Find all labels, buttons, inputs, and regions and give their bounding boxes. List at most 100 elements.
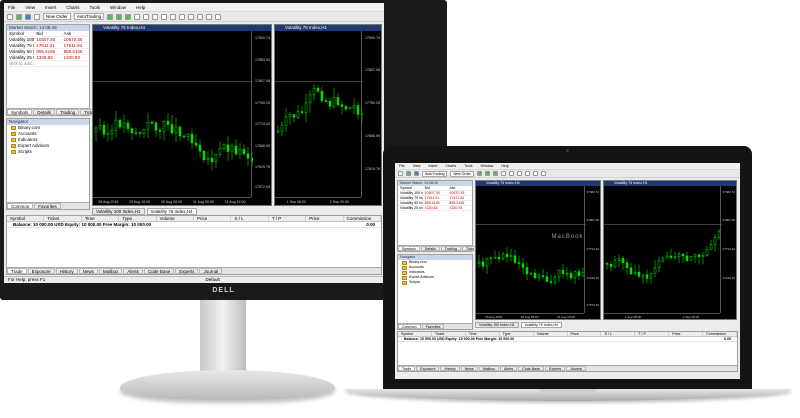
candle-body xyxy=(320,90,324,101)
price-scale: 17900.74 17807.08 17713.42 17619.76 1757… xyxy=(584,186,600,313)
market-watch-row[interactable]: Volatility 25 Index1320.831320.93 xyxy=(398,206,472,211)
menu-view[interactable]: View xyxy=(25,5,35,10)
zoom-out-icon[interactable] xyxy=(508,171,514,176)
text-tool-icon[interactable] xyxy=(206,13,213,20)
trendline-icon[interactable] xyxy=(197,13,204,20)
menu-tools[interactable]: Tools xyxy=(89,5,100,10)
line-chart-icon[interactable] xyxy=(125,13,132,20)
tab-trading[interactable]: Trading xyxy=(440,246,461,251)
candlestick-icon[interactable] xyxy=(484,171,490,176)
cursor-icon[interactable] xyxy=(516,171,522,176)
menu-window[interactable]: Window xyxy=(481,164,494,168)
menu-view[interactable]: View xyxy=(413,164,421,168)
chart-tabs: Volatility 100 Index,H1 Volatility 75 In… xyxy=(475,322,563,328)
menu-file[interactable]: File xyxy=(8,5,15,10)
candle-body xyxy=(300,111,304,113)
candle-body xyxy=(98,124,102,129)
metatrader-window: File View Insert Charts Tools Window Hel… xyxy=(4,3,384,283)
autotrading-button[interactable]: AutoTrading xyxy=(422,170,448,177)
tab-journal[interactable]: Journal xyxy=(566,366,586,371)
bar-chart-icon[interactable] xyxy=(107,13,114,20)
candle-body xyxy=(142,128,146,134)
tab-alerts[interactable]: Alerts xyxy=(500,366,518,371)
navigator-item-scripts[interactable]: Scripts xyxy=(398,280,472,285)
candle-body xyxy=(481,261,485,267)
menu-charts[interactable]: Charts xyxy=(446,164,457,168)
zoom-in-icon[interactable] xyxy=(134,13,141,20)
tab-code-base[interactable]: Code Base xyxy=(518,366,544,371)
tab-news[interactable]: News xyxy=(78,268,98,274)
horizontal-line-icon[interactable] xyxy=(188,13,195,20)
cursor-icon[interactable] xyxy=(161,13,168,20)
candle-body xyxy=(605,263,609,265)
tab-favorites[interactable]: Favorites xyxy=(34,203,61,209)
zoom-in-icon[interactable] xyxy=(500,171,506,176)
candle-body xyxy=(230,145,234,152)
zoom-out-icon[interactable] xyxy=(143,13,150,20)
market-watch-icon[interactable] xyxy=(25,13,31,20)
menu-tools[interactable]: Tools xyxy=(464,164,472,168)
crosshair-icon[interactable] xyxy=(170,13,177,20)
chart-window-right[interactable]: Volatility 75 Index,H1 17900.74 17807.08… xyxy=(274,24,382,206)
tab-chart-v100[interactable]: Volatility 100 Index,H1 xyxy=(475,322,519,328)
tab-exposure[interactable]: Exposure xyxy=(416,366,440,371)
menu-file[interactable]: File xyxy=(399,164,405,168)
tab-experts[interactable]: Experts xyxy=(545,366,566,371)
periods-icon[interactable] xyxy=(540,171,546,176)
tab-mailbox[interactable]: Mailbox xyxy=(478,366,500,371)
tab-chart-v75[interactable]: Volatility 75 Index,H4 xyxy=(520,322,563,328)
tab-symbols[interactable]: Symbols xyxy=(398,246,420,251)
tab-common[interactable]: Common xyxy=(7,203,34,209)
new-order-button[interactable]: New Order xyxy=(43,13,71,20)
menu-insert[interactable]: Insert xyxy=(45,5,56,10)
crosshair-icon[interactable] xyxy=(524,171,530,176)
tab-alerts[interactable]: Alerts xyxy=(123,268,143,274)
chart-window-left[interactable]: Volatility 75 Index,H4 17900.74 17807.08… xyxy=(475,180,601,320)
tab-news[interactable]: News xyxy=(460,366,478,371)
autotrading-button[interactable]: AutoTrading xyxy=(73,13,105,20)
tab-favorites[interactable]: Favorites xyxy=(421,324,445,329)
tab-journal[interactable]: Journal xyxy=(199,268,223,274)
tab-chart-v75[interactable]: Volatility 75 Index,H4 xyxy=(146,208,197,215)
profiles-icon[interactable] xyxy=(16,13,22,20)
trendline-icon[interactable] xyxy=(532,171,538,176)
tab-common[interactable]: Common xyxy=(398,324,421,329)
new-order-button[interactable]: New Order xyxy=(450,170,474,177)
candle-body xyxy=(657,260,661,269)
tab-exposure[interactable]: Exposure xyxy=(27,268,55,274)
tab-mailbox[interactable]: Mailbox xyxy=(98,268,123,274)
tab-details[interactable]: Details xyxy=(420,246,440,251)
market-watch-icon[interactable] xyxy=(414,171,419,176)
tab-trade[interactable]: Trade xyxy=(7,268,27,274)
tab-experts[interactable]: Experts xyxy=(175,268,199,274)
candlestick-icon[interactable] xyxy=(116,13,123,20)
menu-window[interactable]: Window xyxy=(110,5,126,10)
new-chart-icon[interactable] xyxy=(7,13,13,20)
add-symbol-row[interactable]: click to add... xyxy=(7,61,89,67)
menu-help[interactable]: Help xyxy=(136,5,145,10)
navigator-icon[interactable] xyxy=(34,13,40,20)
tab-history[interactable]: History xyxy=(440,366,460,371)
navigator-item-scripts[interactable]: Scripts xyxy=(7,149,89,155)
tab-chart-v100[interactable]: Volatility 100 Index,H1 xyxy=(92,208,145,215)
profiles-icon[interactable] xyxy=(406,171,411,176)
chart-window-left[interactable]: Volatility 75 Index,H4 17900.74 17853.91… xyxy=(92,24,272,206)
tile-windows-icon[interactable] xyxy=(152,13,159,20)
tab-details[interactable]: Details xyxy=(33,109,56,115)
menu-insert[interactable]: Insert xyxy=(429,164,438,168)
line-chart-icon[interactable] xyxy=(492,171,498,176)
chart-window-right[interactable]: Volatility 75 Index,H1 17900.74 17807.08… xyxy=(603,180,737,320)
menu-charts[interactable]: Charts xyxy=(66,5,79,10)
bar-chart-icon[interactable] xyxy=(476,171,482,176)
vertical-line-icon[interactable] xyxy=(179,13,186,20)
new-chart-icon[interactable] xyxy=(398,171,403,176)
tab-symbols[interactable]: Symbols xyxy=(7,109,33,115)
candle-body xyxy=(238,148,242,155)
tab-history[interactable]: History xyxy=(55,268,78,274)
menu-help[interactable]: Help xyxy=(501,164,508,168)
tab-code-base[interactable]: Code Base xyxy=(143,268,175,274)
tab-trade[interactable]: Trade xyxy=(398,366,416,371)
tab-trading[interactable]: Trading xyxy=(56,109,80,115)
candle-body xyxy=(218,148,222,155)
periods-icon[interactable] xyxy=(215,13,222,20)
